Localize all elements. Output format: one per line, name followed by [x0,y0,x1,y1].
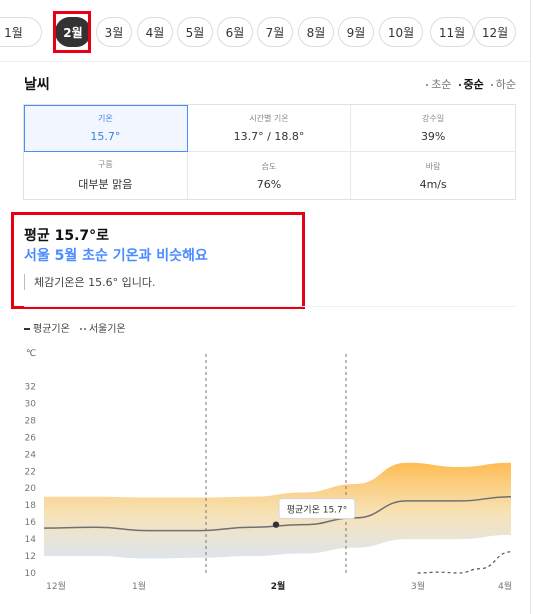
month-tab-5[interactable]: 5월 [177,17,213,47]
selected-point-marker [272,521,280,528]
seoul-temperature-line [417,551,512,574]
y-tick-label: 30 [25,399,37,409]
divider [0,61,530,62]
y-tick-label: 18 [25,501,37,511]
y-tick-label: 10 [25,569,37,579]
stat-cell-5[interactable]: 습도 76% [188,152,352,199]
x-tick-label: 2월 [271,580,286,592]
month-tab-11[interactable]: 11월 [430,17,474,47]
stat-cell-2[interactable]: 시간별 기온 13.7° / 18.8° [187,105,352,152]
legend-seoul: 서울기온 [79,320,126,335]
stat-label: 시간별 기온 [249,114,289,123]
month-tab-7[interactable]: 7월 [257,17,293,47]
stat-cell-4[interactable]: 구름대부분 맑음 [24,152,188,199]
period-option-1[interactable]: 초순 [426,76,452,92]
stat-value: 4m/s [419,177,447,191]
stat-label: 습도 [261,161,277,171]
stat-value: 39% [420,130,446,143]
divider [24,306,516,307]
stat-value: 15.7° [90,130,121,143]
y-tick-label: 14 [25,535,37,545]
month-tab-1[interactable]: 1월 [0,17,42,47]
frame-edge [530,0,531,614]
summary-comparison: 서울 5월 초순 기온과 비슷해요 [24,248,208,264]
temperature-range-band [44,462,511,559]
stat-label: 강수일 [422,114,445,123]
stat-label: 바람 [425,161,441,171]
summary-headline: 평균 15.7°로 [24,228,110,244]
y-tick-label: 26 [25,433,37,443]
x-tick-label: 12월 [46,580,66,592]
month-tab-10[interactable]: 10월 [379,17,423,47]
section-title: 날씨 [24,77,50,93]
y-tick-label: 16 [25,518,37,528]
y-tick-label: 20 [25,484,37,494]
weather-stats-grid: 기온 15.7° 시간별 기온 13.7° / 18.8° 강수일 39% 구름대부분 맑음… [23,104,516,200]
chart-legend: 평균기온 서울기온 [24,320,126,335]
period-options: 초순 중순 하순 [426,76,516,92]
stat-cell-1[interactable]: 기온 15.7° [24,105,188,152]
legend-avg: 평균기온 [24,320,70,335]
stat-label: 기온 [97,114,113,123]
x-tick-label: 4월 [498,580,512,592]
x-tick-label: 3월 [411,580,425,592]
month-tab-12[interactable]: 12월 [474,17,516,47]
bullet-icon [490,84,493,86]
period-option-2[interactable]: 중순 [458,76,484,92]
y-tick-label: 32 [25,382,36,392]
dotted-line-icon [79,328,86,330]
solid-line-icon [24,328,30,330]
stat-cell-3[interactable]: 강수일 39% [351,105,515,152]
x-tick-label: 1월 [132,580,146,592]
month-tab-3[interactable]: 3월 [96,17,132,47]
month-tab-9[interactable]: 9월 [338,17,374,47]
month-tab-4[interactable]: 4월 [137,17,173,47]
stat-value: 13.7° / 18.8° [233,130,305,143]
temperature-chart: ℃ 10 12 14 16 18 20 22 24 26 28 30 32 평균기온 15.7° 12월 1월… [25,349,512,592]
y-tick-label: 12 [25,552,36,562]
month-tab-6[interactable]: 6월 [217,17,253,47]
tooltip-text: 평균기온 15.7° [287,505,348,516]
stat-value: 대부분 맑음 [78,178,133,191]
y-tick-label: 22 [25,467,36,477]
period-option-3[interactable]: 하순 [490,76,516,92]
month-tab-8[interactable]: 8월 [298,17,334,47]
stat-label: 구름 [97,160,113,169]
feels-like-text: 체감기온은 15.6° 입니다. [24,274,155,290]
highlight-box-month [53,11,91,53]
y-tick-label: 28 [25,416,37,426]
bullet-icon [426,84,429,86]
y-tick-label: 24 [25,450,37,460]
bullet-icon [458,84,461,86]
stat-value: 76% [256,177,282,191]
stat-cell-6[interactable]: 바람 4m/s [351,152,515,199]
y-axis-unit: ℃ [26,349,36,359]
